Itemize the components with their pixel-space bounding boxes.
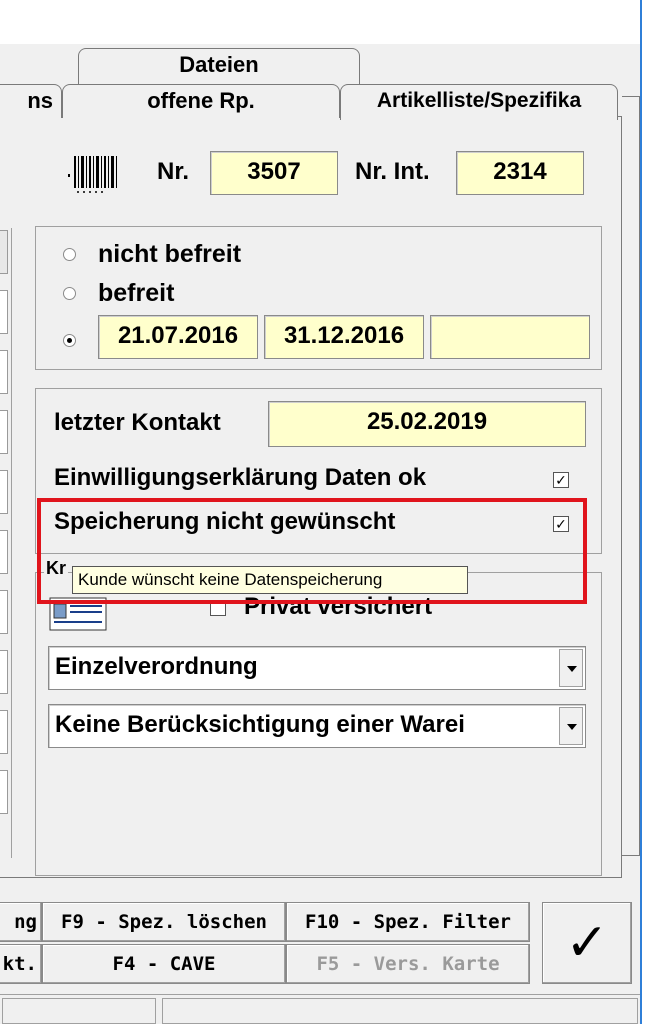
tab-artikelliste-label: Artikelliste/Spezifika [376, 89, 582, 112]
status-pane-2 [162, 998, 638, 1024]
radio-befreit-label: befreit [98, 279, 175, 307]
tab-clipped-left[interactable]: ns [0, 84, 62, 118]
nr-int-field[interactable]: 2314 [456, 151, 584, 195]
tab-clipped-left-label: ns [27, 88, 53, 113]
window-right-edge [640, 0, 648, 1024]
date-to-field[interactable]: 31.12.2016 [264, 315, 424, 359]
last-contact-field[interactable]: 25.02.2019 [268, 401, 586, 447]
radio-selected-dot [67, 338, 72, 343]
tab-offene-rp[interactable]: offene Rp. [62, 84, 340, 118]
checkmark-icon: ✓ [565, 913, 609, 973]
left-list-frame [0, 228, 12, 858]
consent-label: Einwilligungserklärung Daten ok [54, 464, 427, 491]
fkey-clipped-2[interactable]: kt. [0, 944, 42, 984]
window-top-area [0, 0, 648, 44]
fkey-clipped-1[interactable]: ng [0, 902, 42, 942]
nr-field[interactable]: 3507 [210, 151, 338, 195]
radio-nicht-befreit[interactable] [63, 248, 76, 261]
f4-cave-button[interactable]: F4 - CAVE [42, 944, 286, 984]
consent-checkbox[interactable]: ✓ [553, 472, 569, 488]
tab-artikelliste-spezifika[interactable]: Artikelliste/Spezifika [340, 84, 618, 120]
panel-back-edge [622, 96, 640, 856]
prescription-select[interactable]: Einzelverordnung [48, 646, 586, 690]
highlight-box [37, 498, 587, 604]
nr-int-label: Nr. Int. [355, 158, 430, 185]
warehouse-dropdown-button[interactable] [559, 707, 583, 745]
exemption-extra-field[interactable] [430, 315, 590, 359]
radio-nicht-befreit-label: nicht befreit [98, 240, 242, 268]
tab-dateien-label: Dateien [179, 52, 259, 77]
radio-date-range[interactable] [63, 334, 76, 347]
date-from-field[interactable]: 21.07.2016 [98, 315, 258, 359]
prescription-dropdown-button[interactable] [559, 649, 583, 687]
tab-dateien[interactable]: Dateien [78, 48, 360, 88]
barcode-icon[interactable] [66, 152, 124, 200]
radio-befreit[interactable] [63, 287, 76, 300]
warehouse-select[interactable]: Keine Berücksichtigung einer Warei [48, 704, 586, 748]
ok-button[interactable]: ✓ [542, 902, 632, 984]
status-pane-1 [2, 998, 156, 1024]
last-contact-label: letzter Kontakt [54, 409, 221, 436]
nr-label: Nr. [157, 158, 190, 185]
f9-delete-spec-button[interactable]: F9 - Spez. löschen [42, 902, 286, 942]
tab-offene-rp-label: offene Rp. [147, 88, 255, 113]
warehouse-select-value: Keine Berücksichtigung einer Warei [55, 711, 465, 738]
prescription-select-value: Einzelverordnung [55, 653, 258, 680]
chevron-down-icon [567, 666, 577, 672]
f10-spec-filter-button[interactable]: F10 - Spez. Filter [286, 902, 530, 942]
f5-insurance-card-button[interactable]: F5 - Vers. Karte [286, 944, 530, 984]
chevron-down-icon [567, 724, 577, 730]
